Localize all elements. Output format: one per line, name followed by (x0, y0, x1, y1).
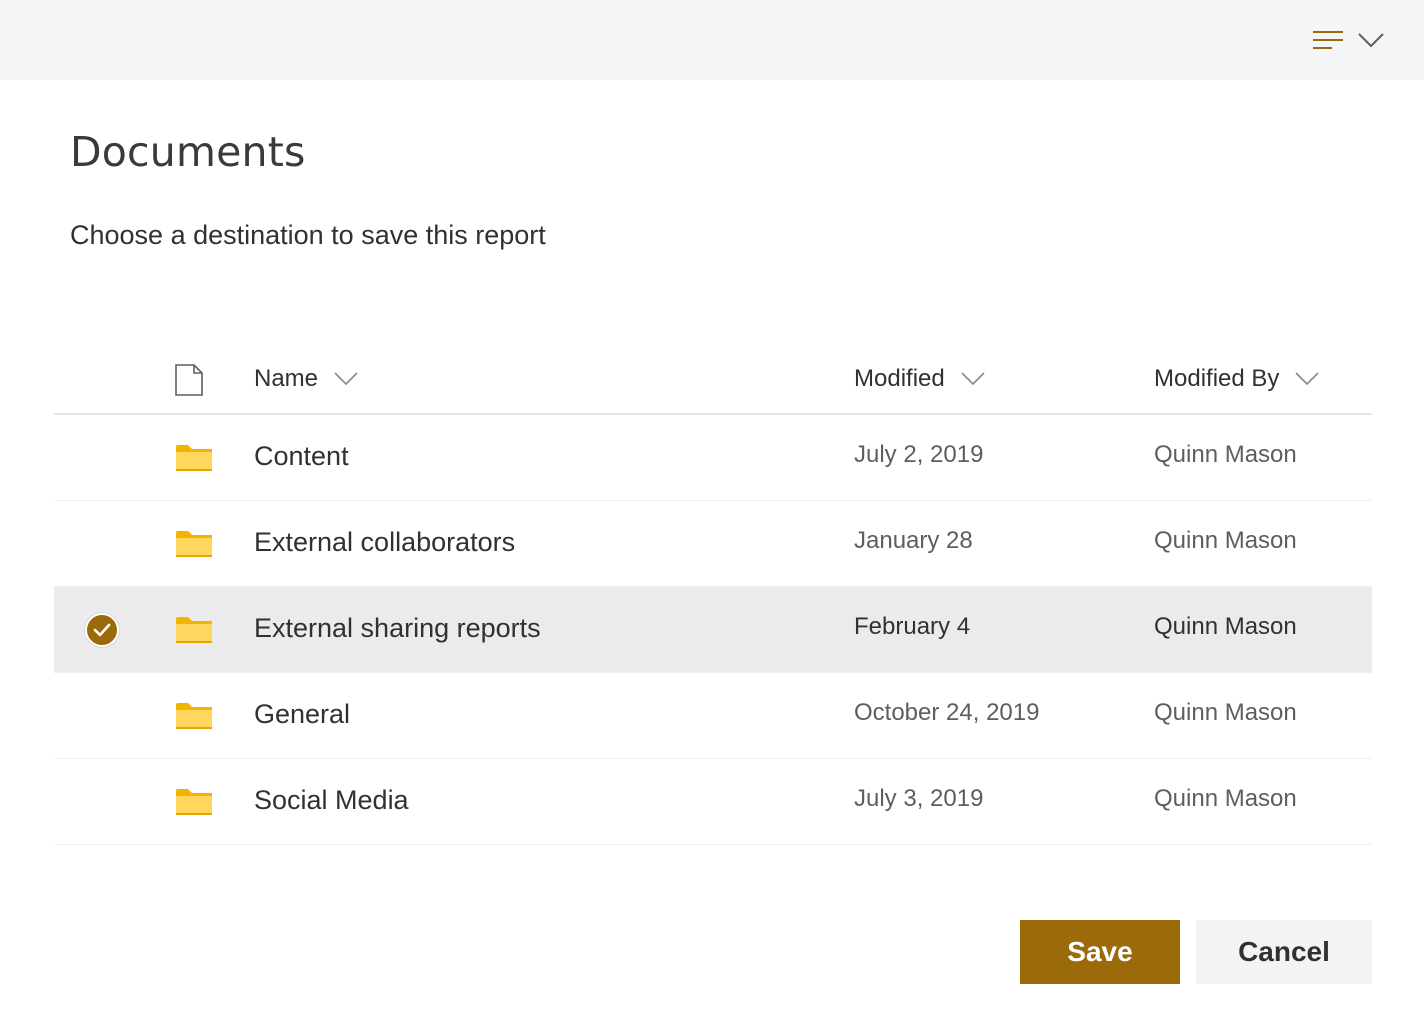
chevron-down-icon (1295, 372, 1319, 386)
row-modified-by: Quinn Mason (1154, 613, 1297, 640)
chevron-down-icon (961, 372, 985, 386)
top-bar (0, 0, 1424, 80)
folder-icon (176, 703, 212, 729)
column-header-name-label: Name (254, 365, 319, 392)
table-row[interactable]: Content July 2, 2019 Quinn Mason (54, 415, 1372, 501)
row-modified-by: Quinn Mason (1154, 699, 1297, 726)
page-subtitle: Choose a destination to save this report (70, 220, 546, 250)
row-modified: July 2, 2019 (854, 441, 984, 468)
documents-table: Name Modified Modified By Content July 2… (54, 345, 1372, 845)
page-title: Documents (70, 128, 306, 176)
selection-checkbox[interactable] (85, 613, 119, 647)
document-icon (175, 364, 203, 396)
save-button[interactable]: Save (1020, 920, 1180, 984)
folder-icon (176, 617, 212, 643)
row-modified: July 3, 2019 (854, 785, 984, 812)
row-modified-by: Quinn Mason (1154, 785, 1297, 812)
folder-icon (176, 445, 212, 471)
cancel-button[interactable]: Cancel (1196, 920, 1372, 984)
folder-icon (176, 531, 212, 557)
row-name: Content (254, 441, 349, 471)
row-name: External sharing reports (254, 613, 541, 643)
row-modified: February 4 (854, 613, 971, 640)
row-modified: January 28 (854, 527, 973, 554)
checkmark-icon (93, 623, 111, 637)
folder-icon (176, 789, 212, 815)
table-row-selected[interactable]: External sharing reports February 4 Quin… (54, 587, 1372, 673)
column-header-modified[interactable]: Modified (854, 365, 985, 393)
row-modified: October 24, 2019 (854, 699, 1040, 726)
table-header: Name Modified Modified By (54, 345, 1372, 415)
row-modified-by: Quinn Mason (1154, 527, 1297, 554)
row-name: Social Media (254, 785, 409, 815)
table-row[interactable]: General October 24, 2019 Quinn Mason (54, 673, 1372, 759)
column-header-modified-by[interactable]: Modified By (1154, 365, 1319, 393)
lines-icon (1313, 31, 1343, 49)
view-options-button[interactable] (1312, 22, 1384, 58)
table-row[interactable]: External collaborators January 28 Quinn … (54, 501, 1372, 587)
column-header-modified-label: Modified (854, 365, 945, 392)
chevron-down-icon (1358, 33, 1384, 48)
chevron-down-icon (334, 372, 358, 386)
row-name: General (254, 699, 351, 729)
row-modified-by: Quinn Mason (1154, 441, 1297, 468)
table-row[interactable]: Social Media July 3, 2019 Quinn Mason (54, 759, 1372, 845)
column-header-name[interactable]: Name (254, 365, 358, 393)
row-name: External collaborators (254, 527, 516, 557)
column-header-modified-by-label: Modified By (1154, 365, 1280, 392)
